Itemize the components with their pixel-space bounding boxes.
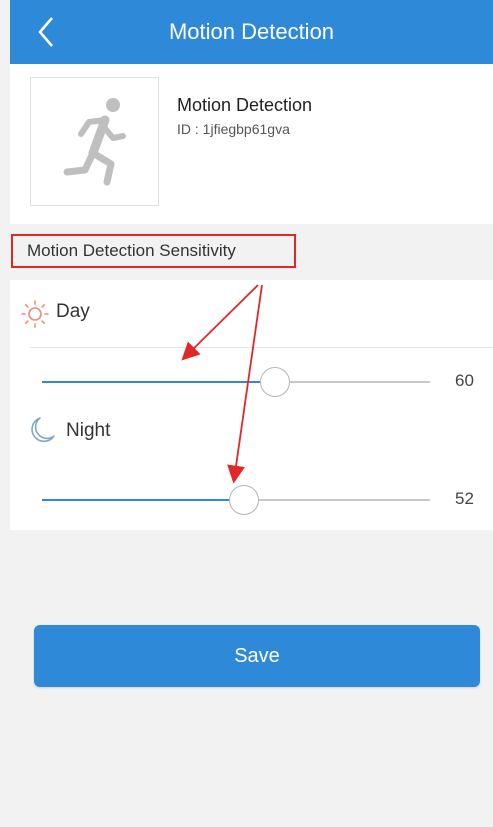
running-person-icon (63, 98, 126, 186)
save-button[interactable]: Save (34, 625, 480, 687)
day-value: 60 (455, 371, 474, 390)
day-label: Day (56, 301, 90, 322)
device-name: Motion Detection (177, 95, 313, 115)
night-label: Night (66, 420, 111, 441)
day-slider-fill (42, 381, 275, 383)
device-thumbnail (30, 77, 159, 206)
sensitivity-section-label: Motion Detection Sensitivity (11, 234, 296, 268)
sun-icon (20, 299, 50, 329)
night-slider-thumb[interactable] (229, 485, 259, 515)
app-header: Motion Detection (10, 0, 493, 64)
moon-icon (26, 414, 58, 446)
sensitivity-card: Day 60 Night 52 (10, 280, 493, 530)
day-slider[interactable] (42, 367, 430, 397)
divider (30, 347, 493, 348)
page-title: Motion Detection (168, 19, 335, 44)
night-slider-fill (42, 499, 244, 501)
night-value: 52 (455, 489, 474, 508)
day-slider-thumb[interactable] (260, 367, 290, 397)
night-slider[interactable] (42, 485, 430, 515)
device-card: Motion Detection ID : 1jfiegbp61gva (10, 64, 493, 224)
device-id: ID : 1jfiegbp61gva (177, 121, 290, 137)
